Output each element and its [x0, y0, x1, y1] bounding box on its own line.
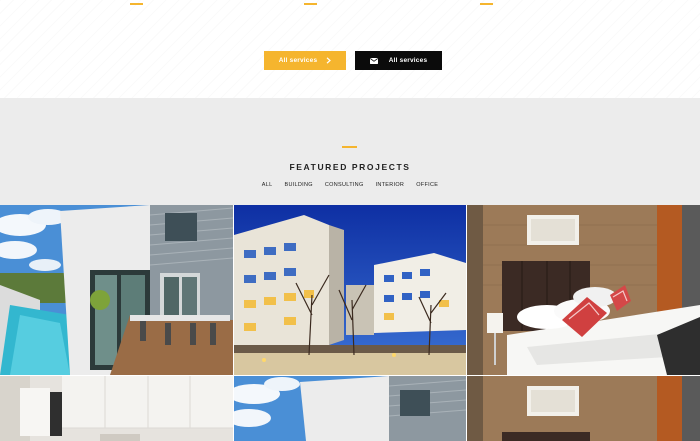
- section-divider: [342, 146, 357, 148]
- accent-divider: [304, 3, 317, 5]
- filter-consulting[interactable]: CONSULTING: [325, 182, 364, 188]
- filter-interior[interactable]: INTERIOR: [376, 182, 405, 188]
- project-image-bedroom-detail[interactable]: [467, 376, 700, 441]
- chevron-right-icon: [326, 57, 332, 64]
- filter-office[interactable]: OFFICE: [416, 182, 438, 188]
- all-services-button[interactable]: All services: [264, 51, 346, 70]
- accent-divider: [130, 3, 143, 5]
- section-title: FEATURED PROJECTS: [289, 162, 411, 172]
- services-footer-band: All services All services: [0, 0, 700, 98]
- envelope-icon: [369, 57, 378, 64]
- all-services-contact-button[interactable]: All services: [355, 51, 442, 70]
- project-filter-bar: ALL BUILDING CONSULTING INTERIOR OFFICE: [0, 182, 700, 188]
- featured-projects-section: FEATURED PROJECTS ALL BUILDING CONSULTIN…: [0, 98, 700, 205]
- filter-building[interactable]: BUILDING: [284, 182, 312, 188]
- filter-all[interactable]: ALL: [262, 182, 273, 188]
- project-image-house-exterior[interactable]: [234, 376, 466, 441]
- accent-divider: [480, 3, 493, 5]
- project-gallery: [0, 205, 700, 441]
- all-services-contact-label: All services: [388, 57, 428, 64]
- project-image-apartments[interactable]: [234, 205, 466, 375]
- project-image-kitchen[interactable]: [0, 376, 233, 441]
- project-image-bedroom[interactable]: [467, 205, 700, 375]
- project-image-pool-house[interactable]: [0, 205, 233, 375]
- all-services-button-label: All services: [278, 57, 318, 64]
